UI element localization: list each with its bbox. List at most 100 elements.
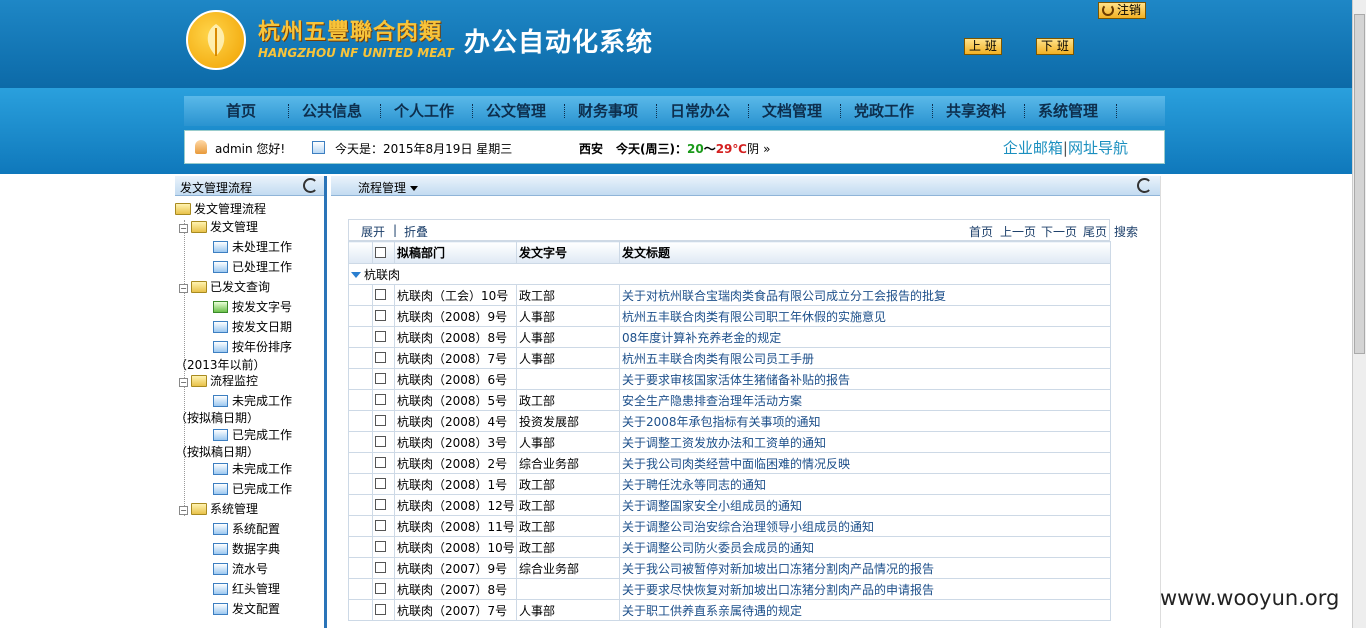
table-row[interactable]: 杭联肉（2007）7号 人事部 关于职工供养直系亲属待遇的规定 xyxy=(348,599,1111,621)
row-checkbox[interactable] xyxy=(375,310,386,321)
row-checkbox[interactable] xyxy=(375,457,386,468)
nav-item-party-work[interactable]: 党政工作 xyxy=(854,96,914,126)
checkout-button[interactable]: 下 班 xyxy=(1036,38,1074,55)
tree-item-system-config[interactable]: 系统配置 xyxy=(213,519,280,539)
collapse-icon[interactable]: − xyxy=(179,506,188,515)
tree-item-unprocessed[interactable]: 未处理工作 xyxy=(213,237,292,257)
nav-item-finance[interactable]: 财务事项 xyxy=(578,96,638,126)
nav-item-personal-work[interactable]: 个人工作 xyxy=(394,96,454,126)
refresh-icon[interactable] xyxy=(1137,178,1152,193)
row-checkbox[interactable] xyxy=(375,289,386,300)
column-header-code[interactable]: 发文字号 xyxy=(516,241,620,264)
column-header-dept[interactable]: 拟稿部门 xyxy=(394,241,517,264)
title-cell[interactable]: 关于要求尽快恢复对新加坡出口冻猪分割肉产品的申请报告 xyxy=(619,578,1111,600)
title-cell[interactable]: 关于调整公司防火委员会成员的通知 xyxy=(619,536,1111,558)
tree-group-flow-monitor[interactable]: − 流程监控 xyxy=(179,371,258,391)
title-cell[interactable]: 安全生产隐患排查治理年活动方案 xyxy=(619,389,1111,411)
table-row[interactable]: 杭联肉（2008）2号 综合业务部 关于我公司肉类经营中面临困难的情况反映 xyxy=(348,452,1111,474)
tree-item-by-code[interactable]: 按发文字号 xyxy=(213,297,292,317)
expand-triangle-icon[interactable] xyxy=(351,271,361,278)
refresh-icon[interactable] xyxy=(303,178,318,193)
title-cell[interactable]: 关于我公司肉类经营中面临困难的情况反映 xyxy=(619,452,1111,474)
prev-page-link[interactable]: 上一页 xyxy=(1000,223,1036,240)
row-checkbox[interactable] xyxy=(375,478,386,489)
title-cell[interactable]: 关于对杭州联合宝瑞肉类食品有限公司成立分工会报告的批复 xyxy=(619,284,1111,306)
next-page-link[interactable]: 下一页 xyxy=(1041,223,1077,240)
table-row[interactable]: 杭联肉（2008）3号 人事部 关于调整工资发放办法和工资单的通知 xyxy=(348,431,1111,453)
table-row[interactable]: 杭联肉（2008）11号 政工部 关于调整公司治安综合治理领导小组成员的通知 xyxy=(348,515,1111,537)
select-all-checkbox[interactable] xyxy=(375,246,386,258)
table-row[interactable]: 杭联肉（2008）9号 人事部 杭州五丰联合肉类有限公司职工年休假的实施意见 xyxy=(348,305,1111,327)
expand-link[interactable]: 展开 xyxy=(361,223,385,240)
title-cell[interactable]: 关于调整国家安全小组成员的通知 xyxy=(619,494,1111,516)
row-checkbox[interactable] xyxy=(375,604,386,615)
nav-item-public-info[interactable]: 公共信息 xyxy=(302,96,362,126)
title-cell[interactable]: 关于要求审核国家活体生猪储备补贴的报告 xyxy=(619,368,1111,390)
collapse-icon[interactable]: − xyxy=(179,224,188,233)
table-row[interactable]: 杭联肉（2008）4号 投资发展部 关于2008年承包指标有关事项的通知 xyxy=(348,410,1111,432)
tree-item-serial-number[interactable]: 流水号 xyxy=(213,559,268,579)
nav-item-daily-office[interactable]: 日常办公 xyxy=(670,96,730,126)
company-mail-link[interactable]: 企业邮箱 xyxy=(1003,139,1063,157)
inner-scrollbar[interactable] xyxy=(1160,176,1174,628)
title-cell[interactable]: 关于2008年承包指标有关事项的通知 xyxy=(619,410,1111,432)
table-row[interactable]: 杭联肉（2008）8号 人事部 08年度计算补充养老金的规定 xyxy=(348,326,1111,348)
search-link[interactable]: 搜索 xyxy=(1114,223,1138,240)
row-checkbox[interactable] xyxy=(375,562,386,573)
title-cell[interactable]: 08年度计算补充养老金的规定 xyxy=(619,326,1111,348)
tree-group-issue-management[interactable]: − 发文管理 xyxy=(179,217,258,237)
nav-item-archive-management[interactable]: 文档管理 xyxy=(762,96,822,126)
nav-item-home[interactable]: 首页 xyxy=(226,96,256,126)
first-page-link[interactable]: 首页 xyxy=(969,223,993,240)
title-cell[interactable]: 关于聘任沈永等同志的通知 xyxy=(619,473,1111,495)
group-row[interactable]: 杭联肉 xyxy=(348,263,1111,285)
collapse-icon[interactable]: − xyxy=(179,378,188,387)
tree-item-letterhead[interactable]: 红头管理 xyxy=(213,579,280,599)
logout-button[interactable]: 注销 xyxy=(1098,2,1147,19)
title-cell[interactable]: 杭州五丰联合肉类有限公司员工手册 xyxy=(619,347,1111,369)
tree-item-by-date[interactable]: 按发文日期 xyxy=(213,317,292,337)
table-row[interactable]: 杭联肉（2008）12号 政工部 关于调整国家安全小组成员的通知 xyxy=(348,494,1111,516)
table-row[interactable]: 杭联肉（2008）6号 关于要求审核国家活体生猪储备补贴的报告 xyxy=(348,368,1111,390)
row-checkbox[interactable] xyxy=(375,436,386,447)
table-row[interactable]: 杭联肉（2008）1号 政工部 关于聘任沈永等同志的通知 xyxy=(348,473,1111,495)
row-checkbox[interactable] xyxy=(375,541,386,552)
nav-item-system-management[interactable]: 系统管理 xyxy=(1038,96,1098,126)
window-scrollbar[interactable] xyxy=(1352,0,1366,628)
checkin-button[interactable]: 上 班 xyxy=(964,38,1002,55)
row-checkbox[interactable] xyxy=(375,394,386,405)
row-checkbox[interactable] xyxy=(375,373,386,384)
nav-item-document-management[interactable]: 公文管理 xyxy=(486,96,546,126)
tree-item-unfinished-2[interactable]: 未完成工作 xyxy=(213,459,292,479)
collapse-link[interactable]: 折叠 xyxy=(404,223,428,240)
tree-root[interactable]: 发文管理流程 xyxy=(175,199,266,219)
row-checkbox[interactable] xyxy=(375,415,386,426)
table-row[interactable]: 杭联肉（工会）10号 政工部 关于对杭州联合宝瑞肉类食品有限公司成立分工会报告的批复 xyxy=(348,284,1111,306)
title-cell[interactable]: 关于我公司被暂停对新加坡出口冻猪分割肉产品情况的报告 xyxy=(619,557,1111,579)
row-checkbox[interactable] xyxy=(375,499,386,510)
double-chevron-right-icon[interactable]: » xyxy=(763,142,770,156)
last-page-link[interactable]: 尾页 xyxy=(1083,223,1107,240)
tree-item-data-dictionary[interactable]: 数据字典 xyxy=(213,539,280,559)
row-checkbox[interactable] xyxy=(375,331,386,342)
title-cell[interactable]: 杭州五丰联合肉类有限公司职工年休假的实施意见 xyxy=(619,305,1111,327)
row-checkbox[interactable] xyxy=(375,520,386,531)
tree-group-system-management[interactable]: − 系统管理 xyxy=(179,499,258,519)
table-row[interactable]: 杭联肉（2008）5号 政工部 安全生产隐患排查治理年活动方案 xyxy=(348,389,1111,411)
tree-item-processed[interactable]: 已处理工作 xyxy=(213,257,292,277)
tree-group-issued-query[interactable]: − 已发文查询 xyxy=(179,277,270,297)
row-checkbox[interactable] xyxy=(375,583,386,594)
table-row[interactable]: 杭联肉（2007）9号 综合业务部 关于我公司被暂停对新加坡出口冻猪分割肉产品情况的… xyxy=(348,557,1111,579)
flow-menu[interactable]: 流程管理 xyxy=(358,179,418,196)
title-cell[interactable]: 关于调整公司治安综合治理领导小组成员的通知 xyxy=(619,515,1111,537)
table-row[interactable]: 杭联肉（2008）10号 政工部 关于调整公司防火委员会成员的通知 xyxy=(348,536,1111,558)
collapse-icon[interactable]: − xyxy=(179,284,188,293)
tree-item-by-year[interactable]: 按年份排序 xyxy=(213,337,292,357)
scrollbar-thumb[interactable] xyxy=(1354,14,1365,354)
title-cell[interactable]: 关于调整工资发放办法和工资单的通知 xyxy=(619,431,1111,453)
tree-item-issue-config[interactable]: 发文配置 xyxy=(213,599,280,619)
url-navigation-link[interactable]: 网址导航 xyxy=(1068,139,1128,157)
nav-item-shared-files[interactable]: 共享资料 xyxy=(946,96,1006,126)
tree-item-finished-2[interactable]: 已完成工作 xyxy=(213,479,292,499)
title-cell[interactable]: 关于职工供养直系亲属待遇的规定 xyxy=(619,599,1111,621)
